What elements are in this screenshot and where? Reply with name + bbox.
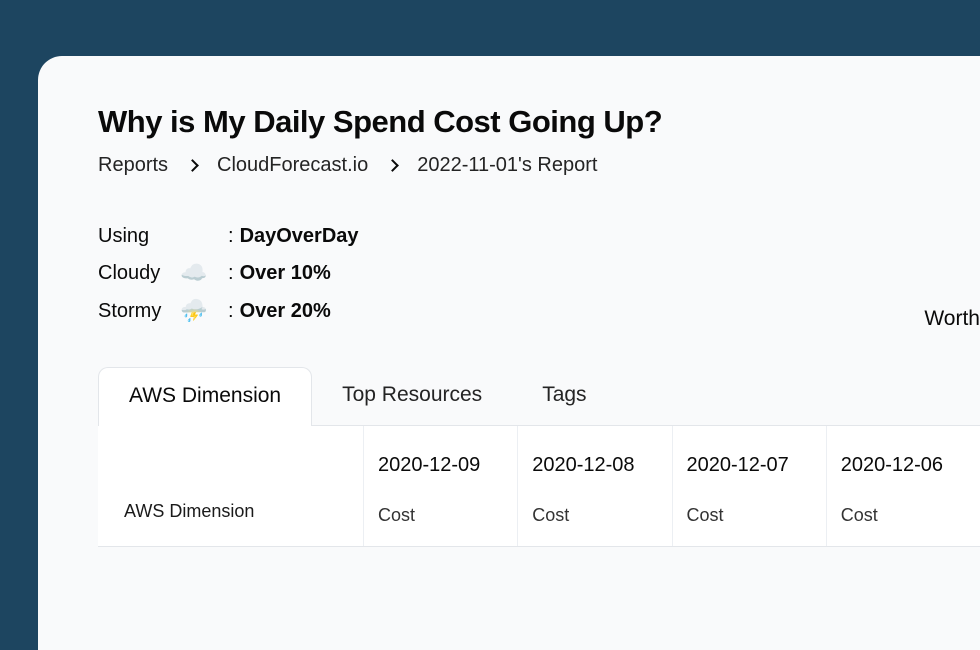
- legend: Using : DayOverDay Cloudy ☁️ : Over 10% …: [98, 225, 980, 324]
- legend-colon: :: [228, 262, 234, 285]
- legend-value: Over 20%: [240, 300, 331, 323]
- table-divider: [98, 546, 980, 547]
- table-column-header: 2020-12-06 Cost: [826, 426, 980, 546]
- table-column-header: 2020-12-08 Cost: [517, 426, 671, 546]
- legend-label: Using: [98, 225, 180, 248]
- page-title: Why is My Daily Spend Cost Going Up?: [98, 104, 980, 140]
- tab-aws-dimension[interactable]: AWS Dimension: [98, 367, 312, 426]
- tabs: AWS Dimension Top Resources Tags: [98, 366, 980, 426]
- chevron-right-icon: [186, 159, 199, 172]
- column-cost-label: Cost: [687, 505, 826, 546]
- table-header-row: AWS Dimension 2020-12-09 Cost 2020-12-08…: [98, 426, 980, 546]
- legend-row-stormy: Stormy ⛈️ : Over 20%: [98, 298, 980, 324]
- column-date: 2020-12-06: [841, 454, 980, 477]
- page-container: Why is My Daily Spend Cost Going Up? Rep…: [38, 56, 980, 650]
- legend-colon: :: [228, 300, 234, 323]
- legend-label: Stormy: [98, 300, 180, 323]
- table-column-header: 2020-12-07 Cost: [672, 426, 826, 546]
- column-cost-label: Cost: [378, 505, 517, 546]
- column-cost-label: Cost: [532, 505, 671, 546]
- tab-top-resources[interactable]: Top Resources: [312, 366, 512, 425]
- breadcrumb-item-reports[interactable]: Reports: [98, 154, 168, 177]
- storm-icon: ⛈️: [180, 298, 228, 324]
- column-date: 2020-12-08: [532, 454, 671, 477]
- column-date: 2020-12-09: [378, 454, 517, 477]
- legend-label: Cloudy: [98, 262, 180, 285]
- legend-row-cloudy: Cloudy ☁️ : Over 10%: [98, 260, 980, 286]
- breadcrumb: Reports CloudForecast.io 2022-11-01's Re…: [98, 154, 980, 177]
- table-row-header: AWS Dimension: [98, 426, 363, 542]
- column-date: 2020-12-07: [687, 454, 826, 477]
- legend-value: DayOverDay: [240, 225, 359, 248]
- table-column-header: 2020-12-09 Cost: [363, 426, 517, 546]
- breadcrumb-item-cloudforecast[interactable]: CloudForecast.io: [217, 154, 368, 177]
- column-cost-label: Cost: [841, 505, 980, 546]
- legend-row-using: Using : DayOverDay: [98, 225, 980, 248]
- breadcrumb-item-report[interactable]: 2022-11-01's Report: [417, 154, 597, 177]
- legend-colon: :: [228, 225, 234, 248]
- tab-tags[interactable]: Tags: [512, 366, 616, 425]
- chevron-right-icon: [386, 159, 399, 172]
- legend-value: Over 10%: [240, 262, 331, 285]
- cloud-icon: ☁️: [180, 260, 228, 286]
- table: AWS Dimension 2020-12-09 Cost 2020-12-08…: [98, 426, 980, 547]
- worth-label: Worth: [924, 307, 980, 331]
